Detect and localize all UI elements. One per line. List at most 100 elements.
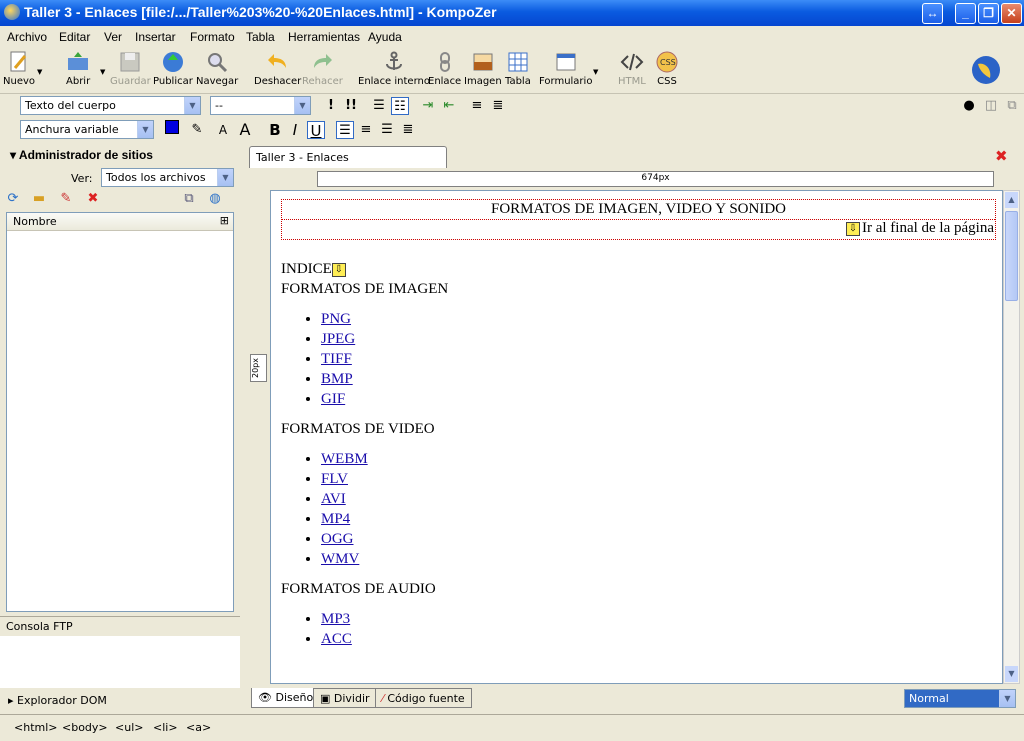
italic-icon[interactable]: I xyxy=(286,121,304,139)
align-block2-icon[interactable]: ≣ xyxy=(489,97,507,115)
minimize-button[interactable]: _ xyxy=(955,3,976,24)
table-button[interactable]: Tabla xyxy=(505,50,531,87)
numbered-list-icon[interactable]: ☰ xyxy=(370,97,388,115)
format-link[interactable]: MP4 xyxy=(321,511,350,527)
link-button[interactable]: Enlace xyxy=(428,50,461,87)
redo-button[interactable]: Rehacer xyxy=(302,50,343,87)
site-manager-header[interactable]: ▾ Administrador de sitios xyxy=(2,144,238,166)
paragraph-format-select[interactable]: Texto del cuerpo ▼ xyxy=(20,96,201,115)
list-item: JPEG xyxy=(321,329,981,349)
tab-split[interactable]: ▣ Dividir xyxy=(313,688,377,708)
format-link[interactable]: JPEG xyxy=(321,331,355,347)
format-link[interactable]: MP3 xyxy=(321,611,350,627)
goto-end-link[interactable]: Ir al final de la página xyxy=(862,220,994,236)
globe-icon[interactable]: ◍ xyxy=(206,190,224,208)
crumb-li[interactable]: <li> xyxy=(153,721,178,734)
dom-explorer-header[interactable]: ▸ Explorador DOM xyxy=(0,690,240,712)
close-tab-icon[interactable]: ✖ xyxy=(995,147,1008,165)
site-list-icon[interactable]: ⧉ xyxy=(180,190,198,208)
menu-formato[interactable]: Formato xyxy=(190,30,235,44)
format-link[interactable]: AVI xyxy=(321,491,346,507)
width-select[interactable]: Anchura variable ▼ xyxy=(20,120,154,139)
form-dropdown-icon[interactable]: ▼ xyxy=(593,68,598,76)
name-column-header[interactable]: Nombre ⊞ xyxy=(7,213,233,231)
scroll-up-icon[interactable]: ▲ xyxy=(1005,192,1018,208)
scroll-thumb[interactable] xyxy=(1005,211,1018,301)
image-button[interactable]: Imagen xyxy=(464,50,502,87)
format-link[interactable]: GIF xyxy=(321,391,345,407)
menu-herramientas[interactable]: Herramientas xyxy=(288,30,360,44)
view-mode-value: Normal xyxy=(909,692,949,705)
emphasis-icon[interactable]: !! xyxy=(342,97,360,115)
menu-editar[interactable]: Editar xyxy=(59,30,90,44)
delete-icon[interactable]: ✖ xyxy=(84,190,102,208)
scroll-down-icon[interactable]: ▼ xyxy=(1005,666,1018,682)
design-canvas[interactable]: FORMATOS DE IMAGEN, VIDEO Y SONIDO ⇩ Ir a… xyxy=(270,190,1003,684)
menu-tabla[interactable]: Tabla xyxy=(246,30,275,44)
restore-size-icon[interactable]: ↔ xyxy=(922,3,943,24)
open-button[interactable]: Abrir xyxy=(66,50,90,87)
format-link[interactable]: TIFF xyxy=(321,351,352,367)
new-folder-icon[interactable]: ▬ xyxy=(30,190,48,208)
format-link[interactable]: PNG xyxy=(321,311,351,327)
save-button[interactable]: Guardar xyxy=(110,50,151,87)
tab-source[interactable]: ⁄ Código fuente xyxy=(375,688,472,708)
view-mode-select[interactable]: Normal ▼ xyxy=(904,689,1016,708)
lock-icon[interactable]: ● xyxy=(960,97,978,115)
structure-icon[interactable]: ! xyxy=(322,97,340,115)
site-manager-panel: ▾ Administrador de sitios Ver: Todos los… xyxy=(0,142,240,714)
layer-icon[interactable]: ◫ xyxy=(982,97,1000,115)
menu-archivo[interactable]: Archivo xyxy=(7,30,47,44)
format-link[interactable]: FLV xyxy=(321,471,348,487)
tab-design[interactable]: 👁 Diseño xyxy=(251,688,321,708)
close-button[interactable]: ✕ xyxy=(1001,3,1022,24)
view-filter-select[interactable]: Todos los archivos ▼ xyxy=(101,168,234,187)
menu-ayuda[interactable]: Ayuda xyxy=(368,30,402,44)
format-link[interactable]: WEBM xyxy=(321,451,368,467)
open-dropdown-icon[interactable]: ▼ xyxy=(100,68,105,76)
format-link[interactable]: OGG xyxy=(321,531,354,547)
crumb-a[interactable]: <a> xyxy=(186,721,211,734)
vertical-scrollbar[interactable]: ▲ ▼ xyxy=(1003,190,1020,684)
bullet-list-icon[interactable]: ☷ xyxy=(391,97,409,115)
browse-button[interactable]: Navegar xyxy=(196,50,238,87)
document-body: INDICE⇩ FORMATOS DE IMAGEN PNG JPEG TIFF BMP… xyxy=(281,259,981,659)
align-right-icon[interactable]: ☰ xyxy=(378,121,396,139)
outdent-icon[interactable]: ⇤ xyxy=(440,97,458,115)
highlight-pen-icon[interactable]: ✎ xyxy=(188,121,206,139)
font-smaller-icon[interactable]: A xyxy=(214,121,232,139)
column-picker-icon[interactable]: ⊞ xyxy=(220,214,229,227)
align-justify-icon[interactable]: ≣ xyxy=(399,121,417,139)
maximize-button[interactable]: ❐ xyxy=(978,3,999,24)
bold-icon[interactable]: B xyxy=(266,121,284,139)
refresh-icon[interactable]: ⟳ xyxy=(4,190,22,208)
edit-site-icon[interactable]: ✎ xyxy=(57,190,75,208)
align-block-icon[interactable]: ≡ xyxy=(468,97,486,115)
tab-taller-3[interactable]: Taller 3 - Enlaces xyxy=(249,146,447,168)
anchor-button[interactable]: Enlace interno xyxy=(358,50,430,87)
css-button[interactable]: CSS CSS xyxy=(655,50,679,87)
new-dropdown-icon[interactable]: ▼ xyxy=(37,68,42,76)
html-button[interactable]: HTML xyxy=(618,50,646,87)
crumb-body[interactable]: <body> xyxy=(62,721,108,734)
form-button[interactable]: Formulario xyxy=(539,50,592,87)
align-left-icon[interactable]: ☰ xyxy=(336,121,354,139)
new-button[interactable]: Nuevo xyxy=(3,50,35,87)
font-select[interactable]: -- ▼ xyxy=(210,96,311,115)
indent-icon[interactable]: ⇥ xyxy=(419,97,437,115)
format-link[interactable]: ACC xyxy=(321,631,352,647)
menu-insertar[interactable]: Insertar xyxy=(135,30,176,44)
format-link[interactable]: BMP xyxy=(321,371,353,387)
crumb-html[interactable]: <html> xyxy=(14,721,58,734)
align-center-icon[interactable]: ≡ xyxy=(357,121,375,139)
menu-ver[interactable]: Ver xyxy=(104,30,122,44)
font-larger-icon[interactable]: A xyxy=(236,121,254,139)
format-link[interactable]: WMV xyxy=(321,551,359,567)
publish-button[interactable]: Publicar xyxy=(153,50,193,87)
files-list[interactable]: Nombre ⊞ xyxy=(6,212,234,612)
underline-icon[interactable]: U xyxy=(307,121,325,140)
crumb-ul[interactable]: <ul> xyxy=(115,721,143,734)
text-color-swatch[interactable] xyxy=(165,120,179,134)
layers-icon[interactable]: ⧉ xyxy=(1003,97,1021,115)
undo-button[interactable]: Deshacer xyxy=(254,50,301,87)
